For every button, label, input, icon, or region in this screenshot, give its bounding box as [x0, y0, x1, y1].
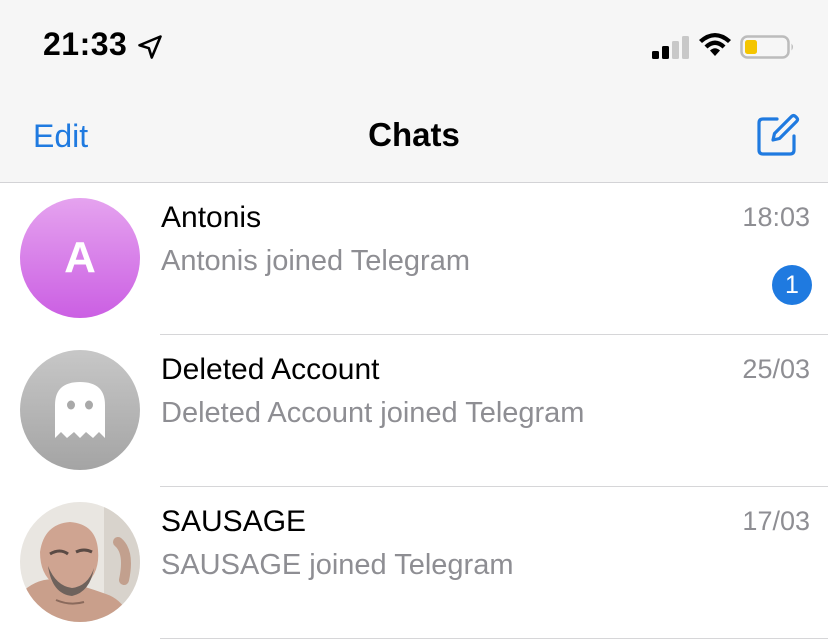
- chat-time: 25/03: [742, 354, 810, 384]
- chat-name: Antonis: [161, 201, 262, 234]
- telegram-chats-screen: 21:33 Edit Chats A Antonis 18:03 Antonis…: [0, 0, 828, 642]
- page-title: Chats: [368, 116, 460, 153]
- avatar: [20, 502, 140, 622]
- chat-name: SAUSAGE: [161, 505, 307, 538]
- chat-time: 17/03: [742, 506, 810, 536]
- chat-preview: Deleted Account joined Telegram: [161, 397, 585, 429]
- divider: [160, 638, 828, 639]
- location-arrow-icon: [138, 35, 162, 59]
- chat-row-deleted-account[interactable]: Deleted Account 25/03 Deleted Account jo…: [0, 335, 828, 487]
- chat-preview: SAUSAGE joined Telegram: [161, 549, 514, 581]
- compose-icon[interactable]: [755, 112, 801, 158]
- avatar: A: [20, 198, 140, 318]
- ghost-icon: [55, 382, 105, 438]
- battery-low-icon: [740, 35, 793, 59]
- chat-preview: Antonis joined Telegram: [161, 245, 470, 277]
- avatar: [20, 350, 140, 470]
- chat-time: 18:03: [742, 202, 810, 232]
- chat-name: Deleted Account: [161, 353, 380, 386]
- unread-badge: 1: [772, 265, 812, 305]
- chat-row-sausage[interactable]: SAUSAGE 17/03 SAUSAGE joined Telegram: [0, 487, 828, 639]
- top-bar: 21:33 Edit Chats: [0, 0, 828, 183]
- wifi-icon: [699, 33, 731, 56]
- cellular-signal-icon: [652, 36, 689, 59]
- profile-photo: [20, 502, 140, 622]
- chat-row-antonis[interactable]: A Antonis 18:03 Antonis joined Telegram …: [0, 183, 828, 335]
- chat-list: A Antonis 18:03 Antonis joined Telegram …: [0, 183, 828, 639]
- status-time: 21:33: [43, 26, 128, 62]
- avatar-initial: A: [64, 233, 96, 282]
